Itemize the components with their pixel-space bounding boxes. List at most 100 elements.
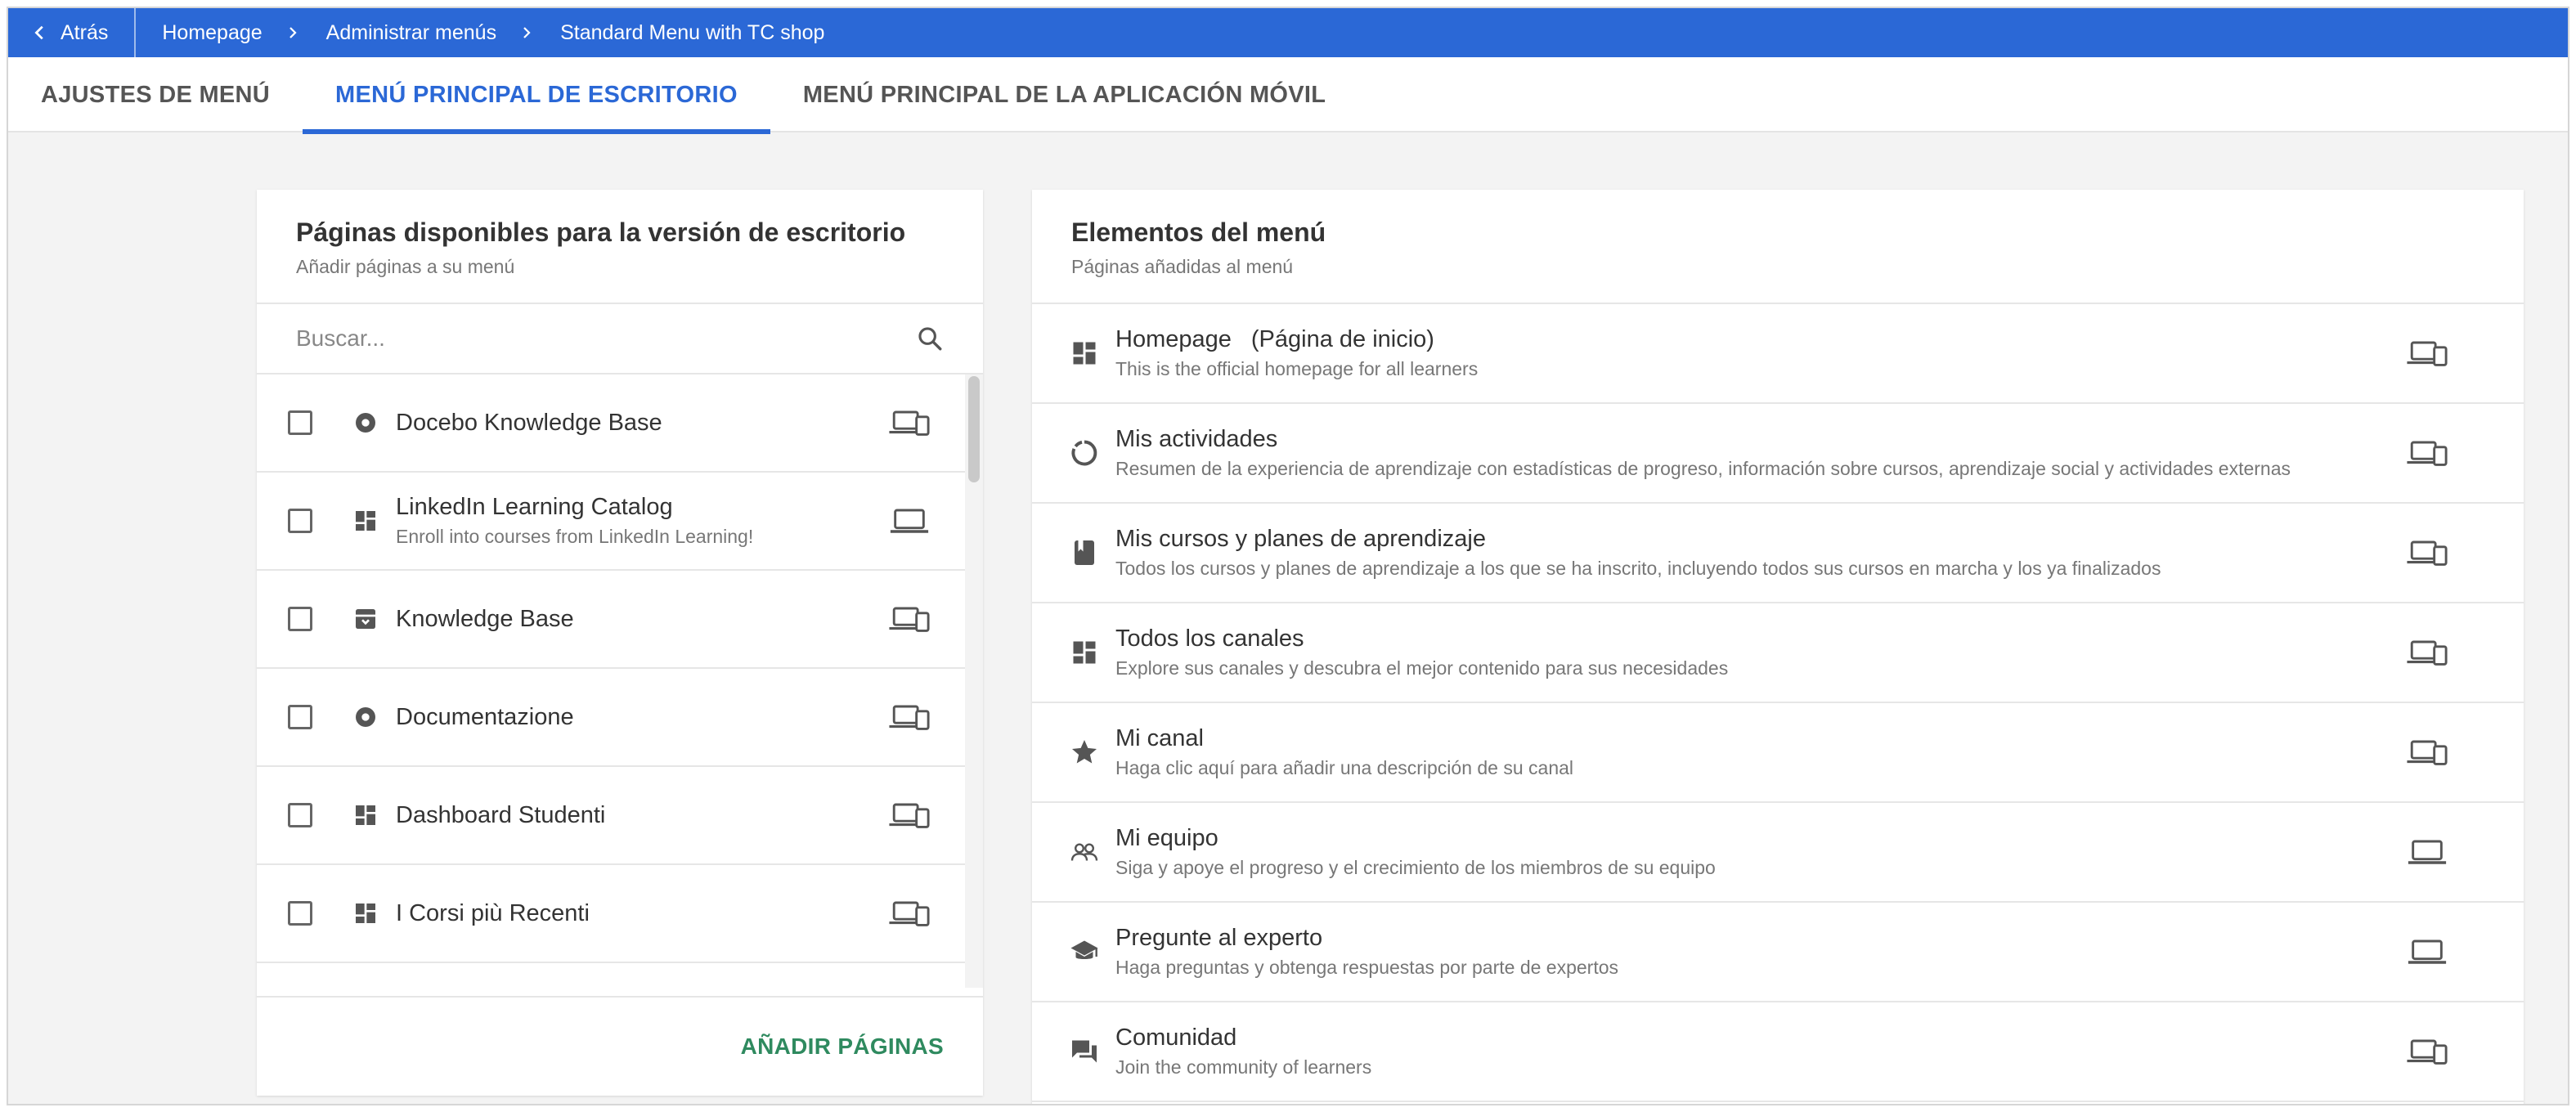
add-pages-button[interactable]: AÑADIR PÁGINAS (741, 1034, 944, 1060)
tab-menu-principal-de-escritorio[interactable]: MENÚ PRINCIPAL DE ESCRITORIO (303, 57, 770, 134)
menu-item-mi-equipo[interactable]: Mi equipo Siga y apoye el progreso y el c… (1032, 803, 2524, 903)
menu-item-mi-canal[interactable]: Mi canal Haga clic aquí para añadir una d… (1032, 703, 2524, 803)
list-item[interactable]: I Corsi più Recenti (257, 865, 965, 963)
menu-item-title: Mis actividades (1115, 426, 2388, 453)
list-item[interactable]: Knowledge Base (257, 571, 965, 669)
menu-item-homepage[interactable]: Homepage (Página de inicio) This is the of… (1032, 304, 2524, 404)
graduation-cap-icon (1068, 935, 1101, 968)
circle-dot-icon (352, 703, 379, 731)
progress-ring-icon (1068, 437, 1101, 469)
available-pages-panel: Páginas disponibles para la versión de e… (257, 190, 983, 1096)
menu-item-text: Homepage (Página de inicio) This is the of… (1115, 326, 2388, 380)
menu-item-title: Mis cursos y planes de aprendizaje (1115, 526, 2388, 553)
checkbox[interactable] (288, 803, 312, 827)
menu-item-pregunte-al-experto[interactable]: Pregunte al experto Haga preguntas y obte… (1032, 903, 2524, 1002)
menu-item-text: Todos los canales Explore sus canales y d… (1115, 626, 2388, 679)
list-item-text: Documentazione (396, 704, 886, 731)
list-item-title: Documentazione (396, 703, 574, 730)
menu-item-description: Join the community of learners (1115, 1056, 1372, 1078)
back-label: Atrás (61, 20, 109, 44)
desktop-mobile-icon (886, 799, 932, 832)
menu-item-label: Mi canal (1115, 725, 1204, 751)
desktop-mobile-icon[interactable] (2404, 337, 2450, 370)
scrollbar-thumb[interactable] (968, 376, 980, 482)
menu-item-description: Haga clic aquí para añadir una descripci… (1115, 757, 1574, 778)
menu-item-label: Comunidad (1115, 1025, 1237, 1051)
list-item-title: I Corsi più Recenti (396, 899, 590, 926)
breadcrumb-homepage[interactable]: Homepage (136, 21, 262, 45)
tab-ajustes-de-menu[interactable]: AJUSTES DE MENÚ (8, 57, 303, 132)
menu-item-text: Mis cursos y planes de aprendizaje Todos … (1115, 526, 2388, 580)
menu-item-description: Siga y apoye el progreso y el crecimient… (1115, 857, 1716, 878)
dashboard-icon (352, 507, 379, 535)
available-pages-subtitle: Añadir páginas a su menú (296, 256, 515, 277)
menu-item-todos-los-canales[interactable]: Todos los canales Explore sus canales y d… (1032, 603, 2524, 703)
list-item[interactable]: Docebo Knowledge Base (257, 374, 965, 473)
list-item-partial (257, 963, 965, 988)
available-pages-header: Páginas disponibles para la versión de e… (257, 190, 983, 304)
chevron-right-icon (496, 25, 534, 40)
tab-menu-principal-de-la-aplicacion-movil[interactable]: MENÚ PRINCIPAL DE LA APLICACIÓN MÓVIL (770, 57, 1358, 132)
list-item[interactable]: Documentazione (257, 669, 965, 767)
scrollbar[interactable] (965, 374, 983, 988)
menu-item-description: Todos los cursos y planes de aprendizaje… (1115, 558, 2161, 579)
app-frame: Atrás Homepage Administrar menús Standar… (7, 7, 2569, 1105)
laptop-icon[interactable] (2404, 935, 2450, 968)
chevron-left-icon (34, 25, 43, 40)
menu-item-note: (Página de inicio) (1250, 326, 1434, 352)
list-item[interactable]: Dashboard Studenti (257, 767, 965, 865)
menu-item-title: Mi equipo (1115, 825, 2388, 852)
menu-items-list: Homepage (Página de inicio) This is the of… (1032, 304, 2524, 1102)
circle-dot-icon (352, 409, 379, 437)
desktop-mobile-icon[interactable] (2404, 536, 2450, 569)
menu-item-title: Comunidad (1115, 1025, 2388, 1051)
desktop-mobile-icon[interactable] (2404, 1035, 2450, 1068)
checkbox[interactable] (288, 705, 312, 729)
menu-item-mis-actividades[interactable]: Mis actividades Resumen de la experiencia… (1032, 404, 2524, 504)
menu-items-panel: Elementos del menú Páginas añadidas al m… (1032, 190, 2524, 1104)
book-icon (1068, 536, 1101, 569)
star-icon (1068, 736, 1101, 769)
dashboard-icon (352, 801, 379, 829)
menu-item-label: Homepage (1115, 326, 1232, 352)
tab-bar: AJUSTES DE MENÚ MENÚ PRINCIPAL DE ESCRITO… (8, 57, 2568, 134)
desktop-mobile-icon (886, 603, 932, 635)
menu-item-mis-cursos-y-planes-de-aprendizaje[interactable]: Mis cursos y planes de aprendizaje Todos … (1032, 504, 2524, 603)
list-item[interactable]: LinkedIn Learning Catalog Enroll into cou… (257, 473, 965, 571)
desktop-mobile-icon (886, 897, 932, 930)
breadcrumb-current: Standard Menu with TC shop (560, 20, 825, 44)
checkbox[interactable] (288, 410, 312, 435)
search-icon[interactable] (916, 325, 944, 352)
desktop-mobile-icon (886, 701, 932, 733)
checkbox[interactable] (288, 901, 312, 926)
menu-item-text: Comunidad Join the community of learners (1115, 1025, 2388, 1078)
list-item-text: I Corsi più Recenti (396, 900, 886, 927)
breadcrumb-manage-menus[interactable]: Administrar menús (300, 21, 496, 45)
search-input[interactable] (296, 325, 916, 352)
desktop-mobile-icon[interactable] (2404, 736, 2450, 769)
dashboard-icon (352, 899, 379, 927)
team-icon (1068, 836, 1101, 868)
dashboard-icon (1068, 337, 1101, 370)
menu-item-text: Mi equipo Siga y apoye el progreso y el c… (1115, 825, 2388, 879)
menu-item-label: Todos los canales (1115, 626, 1304, 652)
search-bar (257, 304, 983, 374)
checkbox[interactable] (288, 607, 312, 631)
list-item-title: Dashboard Studenti (396, 801, 606, 828)
desktop-mobile-icon[interactable] (2404, 437, 2450, 469)
desktop-mobile-icon[interactable] (2404, 636, 2450, 669)
list-item-title: Docebo Knowledge Base (396, 409, 662, 436)
back-button[interactable]: Atrás (8, 8, 137, 57)
menu-item-title: Todos los canales (1115, 626, 2388, 652)
checkbox[interactable] (288, 509, 312, 533)
menu-item-text: Pregunte al experto Haga preguntas y obte… (1115, 925, 2388, 979)
archive-icon (352, 605, 379, 633)
menu-item-title: Mi canal (1115, 725, 2388, 752)
menu-item-title: Pregunte al experto (1115, 925, 2388, 952)
breadcrumb: Atrás Homepage Administrar menús Standar… (8, 8, 2568, 57)
laptop-icon[interactable] (2404, 836, 2450, 868)
menu-item-comunidad[interactable]: Comunidad Join the community of learners (1032, 1002, 2524, 1102)
menu-item-description: Haga preguntas y obtenga respuestas por … (1115, 957, 1619, 978)
laptop-icon (886, 504, 932, 537)
dashboard-icon (1068, 636, 1101, 669)
